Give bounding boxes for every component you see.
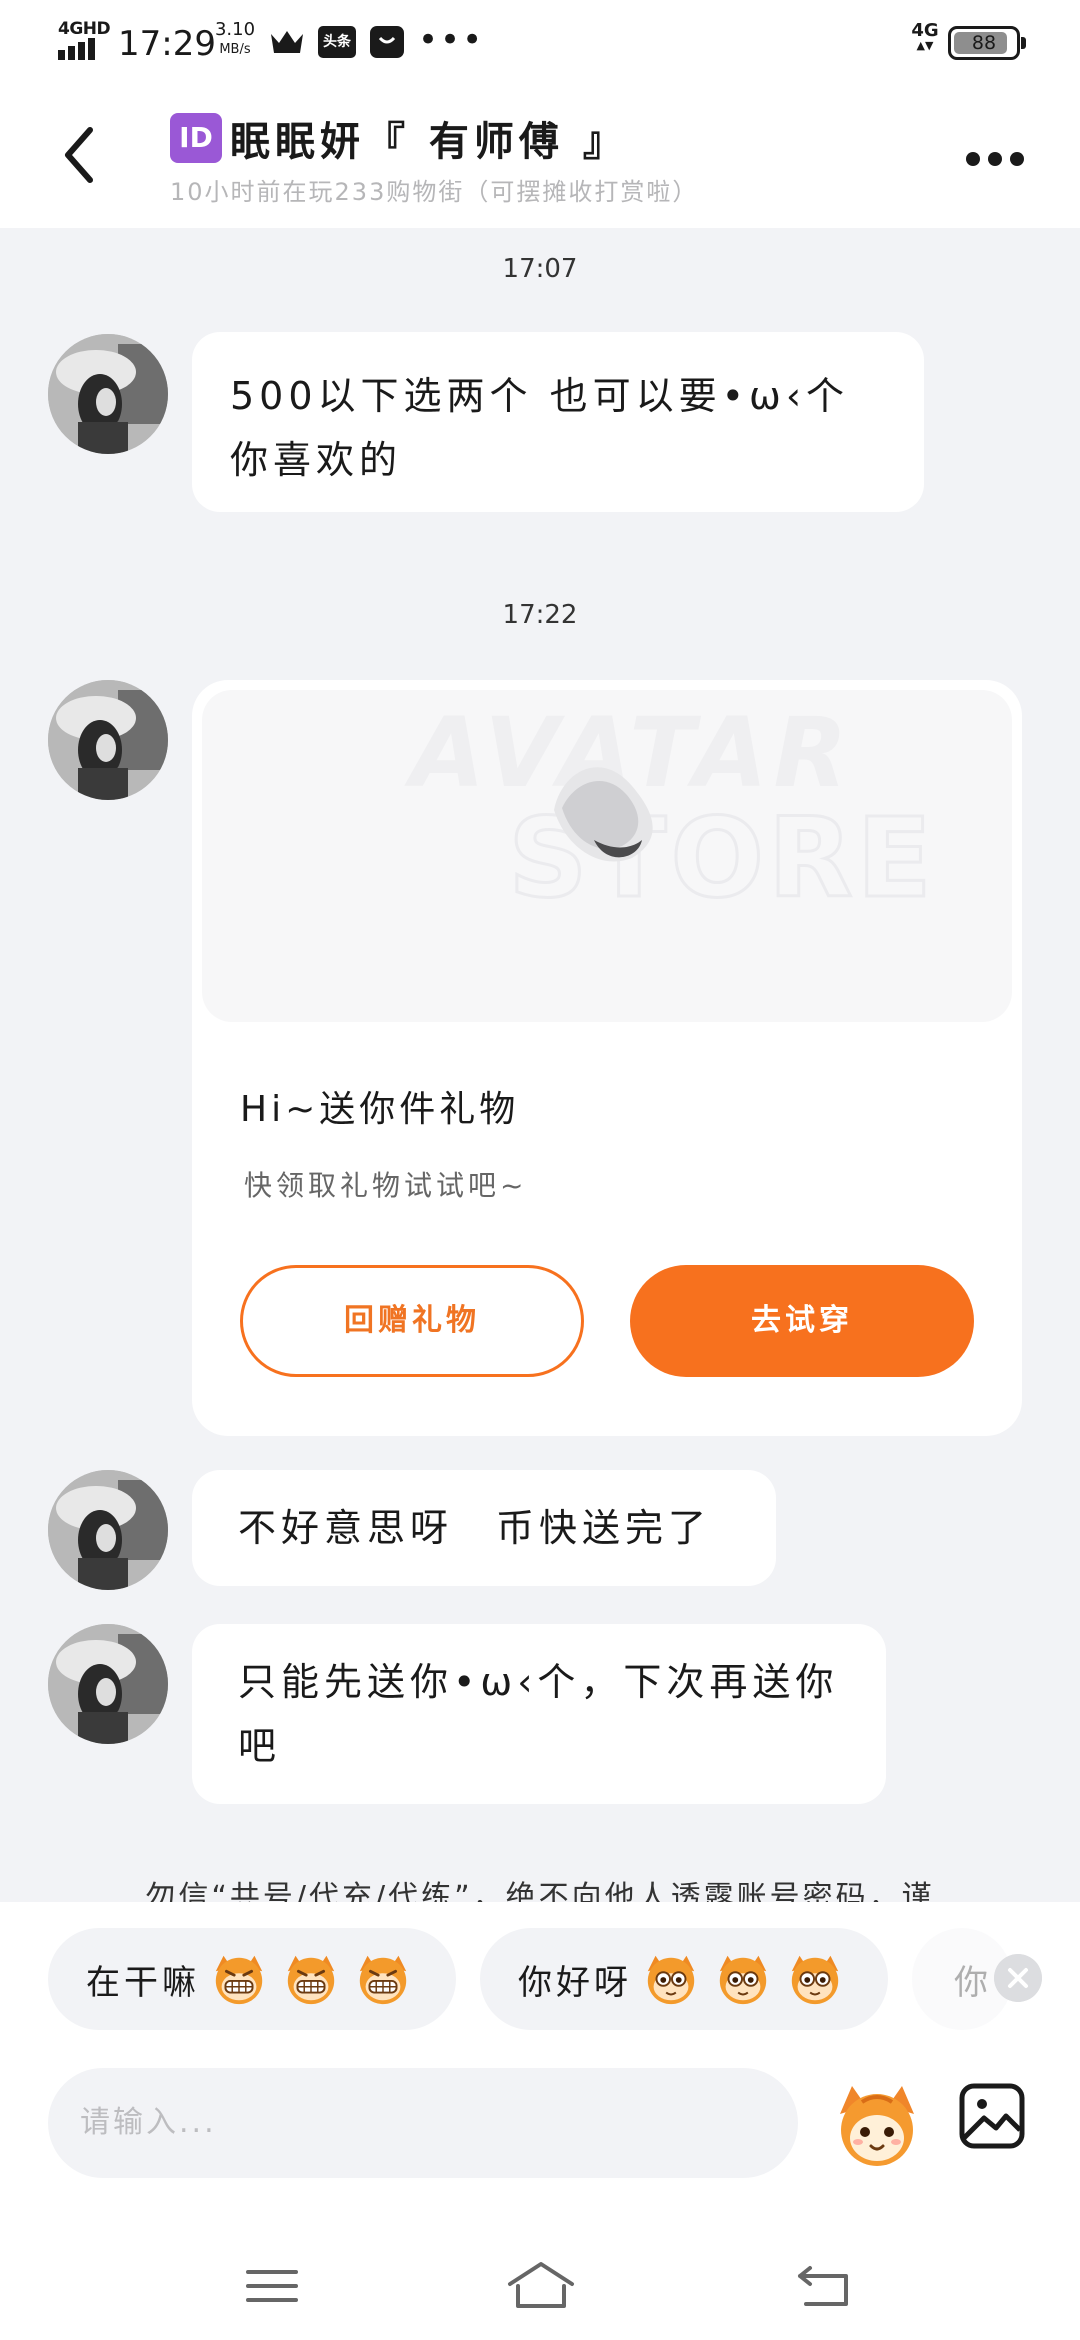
timestamp: 17:22 — [502, 600, 578, 630]
return-gift-button[interactable]: 回赠礼物 — [240, 1265, 584, 1377]
quick-reply-text: 你 — [954, 1962, 992, 2003]
battery-tip — [1021, 37, 1026, 49]
avatar-photo — [48, 1624, 168, 1744]
shopping-bag-icon — [370, 26, 404, 58]
data-arrows-icon: ▲▼ — [916, 39, 934, 52]
message-bubble[interactable]: 不好意思呀 币快送完了 — [192, 1470, 776, 1586]
top-bar: 4GHD 17:29 3.10 MB/s 头条 ••• 4G ▲▼ 88 ID … — [0, 0, 1080, 228]
close-quick-replies-icon[interactable] — [994, 1954, 1042, 2002]
contact-status: 10小时前在玩233购物街（可摆摊收打赏啦） — [170, 178, 699, 206]
message-bubble[interactable]: 只能先送你•ω‹个，下次再送你吧 — [192, 1624, 886, 1804]
back-nav-icon[interactable] — [796, 2256, 852, 2316]
avatar-store-watermark: AVATAR STORE — [404, 697, 934, 924]
signal-bar — [88, 38, 95, 60]
grinning-monkey-icon — [215, 1955, 263, 2005]
status-bar: 4GHD 17:29 3.10 MB/s 头条 ••• 4G ▲▼ 88 — [0, 0, 1080, 84]
contact-avatar[interactable] — [48, 334, 168, 454]
network-type: 4GHD — [58, 19, 111, 39]
status-time: 17:29 — [118, 24, 216, 64]
gift-card[interactable]: AVATAR STORE Hi~送你件礼物 快领取礼物试试吧~ 回赠礼物 去试穿 — [192, 680, 1022, 1436]
network-speed: 3.10 MB/s — [210, 20, 260, 60]
signal-bar — [68, 46, 75, 60]
mascot-emoji-icon[interactable] — [832, 2080, 922, 2170]
avatar-photo — [48, 1470, 168, 1590]
speed-unit: MB/s — [219, 42, 251, 57]
avatar-photo — [48, 680, 168, 800]
contact-avatar[interactable] — [48, 680, 168, 800]
chat-title[interactable]: ID 眠眠妍『 有师傅 』 — [170, 112, 628, 165]
quick-reply-text: 在干嘛 — [86, 1962, 200, 2003]
contact-avatar[interactable] — [48, 1624, 168, 1744]
grinning-monkey-icon — [359, 1955, 407, 2005]
more-notifications-icon: ••• — [418, 20, 485, 60]
gift-title: Hi~送你件礼物 — [240, 1089, 520, 1130]
battery-icon: 88 — [948, 26, 1026, 60]
news-app-icon: 头条 — [318, 26, 356, 58]
system-nav-bar — [0, 2236, 1080, 2340]
dot — [966, 152, 980, 166]
wide-eyed-monkey-icon — [791, 1955, 839, 2005]
signal-bar — [58, 50, 65, 60]
signal-bar — [78, 42, 85, 60]
quick-reply-chip[interactable]: 你好呀 — [480, 1928, 888, 2030]
gift-subtitle: 快领取礼物试试吧~ — [244, 1169, 528, 1202]
cellular-icon: 4G ▲▼ — [910, 22, 940, 52]
avatar-photo — [48, 334, 168, 454]
quick-reply-text: 你好呀 — [518, 1962, 632, 2003]
message-bubble[interactable]: 500以下选两个 也可以要•ω‹个你喜欢的 — [192, 332, 924, 512]
grinning-monkey-icon — [287, 1955, 335, 2005]
contact-nickname: 眠眠妍『 有师傅 』 — [230, 119, 628, 165]
home-icon[interactable] — [506, 2256, 576, 2316]
dot — [988, 152, 1002, 166]
menu-icon[interactable] — [246, 2256, 298, 2316]
chat-screen: 4GHD 17:29 3.10 MB/s 头条 ••• 4G ▲▼ 88 ID … — [0, 0, 1080, 2340]
quick-reply-chip[interactable]: 在干嘛 — [48, 1928, 456, 2030]
id-badge-icon: ID — [170, 113, 222, 163]
wide-eyed-monkey-icon — [647, 1955, 695, 2005]
crown-icon — [271, 31, 303, 53]
timestamp: 17:07 — [502, 254, 578, 284]
back-icon[interactable] — [56, 120, 106, 190]
contact-avatar[interactable] — [48, 1470, 168, 1590]
battery-level: 88 — [971, 32, 997, 54]
more-options-button[interactable] — [966, 140, 1026, 174]
speed-value: 3.10 — [214, 19, 256, 40]
gift-preview-image[interactable]: AVATAR STORE — [202, 690, 1012, 1022]
message-input[interactable]: 请输入... — [48, 2068, 798, 2178]
wide-eyed-monkey-icon — [719, 1955, 767, 2005]
cellular-type: 4G — [911, 20, 939, 41]
try-on-button[interactable]: 去试穿 — [630, 1265, 974, 1377]
dot — [1010, 152, 1024, 166]
signal-icon: 4GHD — [58, 20, 111, 60]
image-icon[interactable] — [958, 2082, 1026, 2150]
